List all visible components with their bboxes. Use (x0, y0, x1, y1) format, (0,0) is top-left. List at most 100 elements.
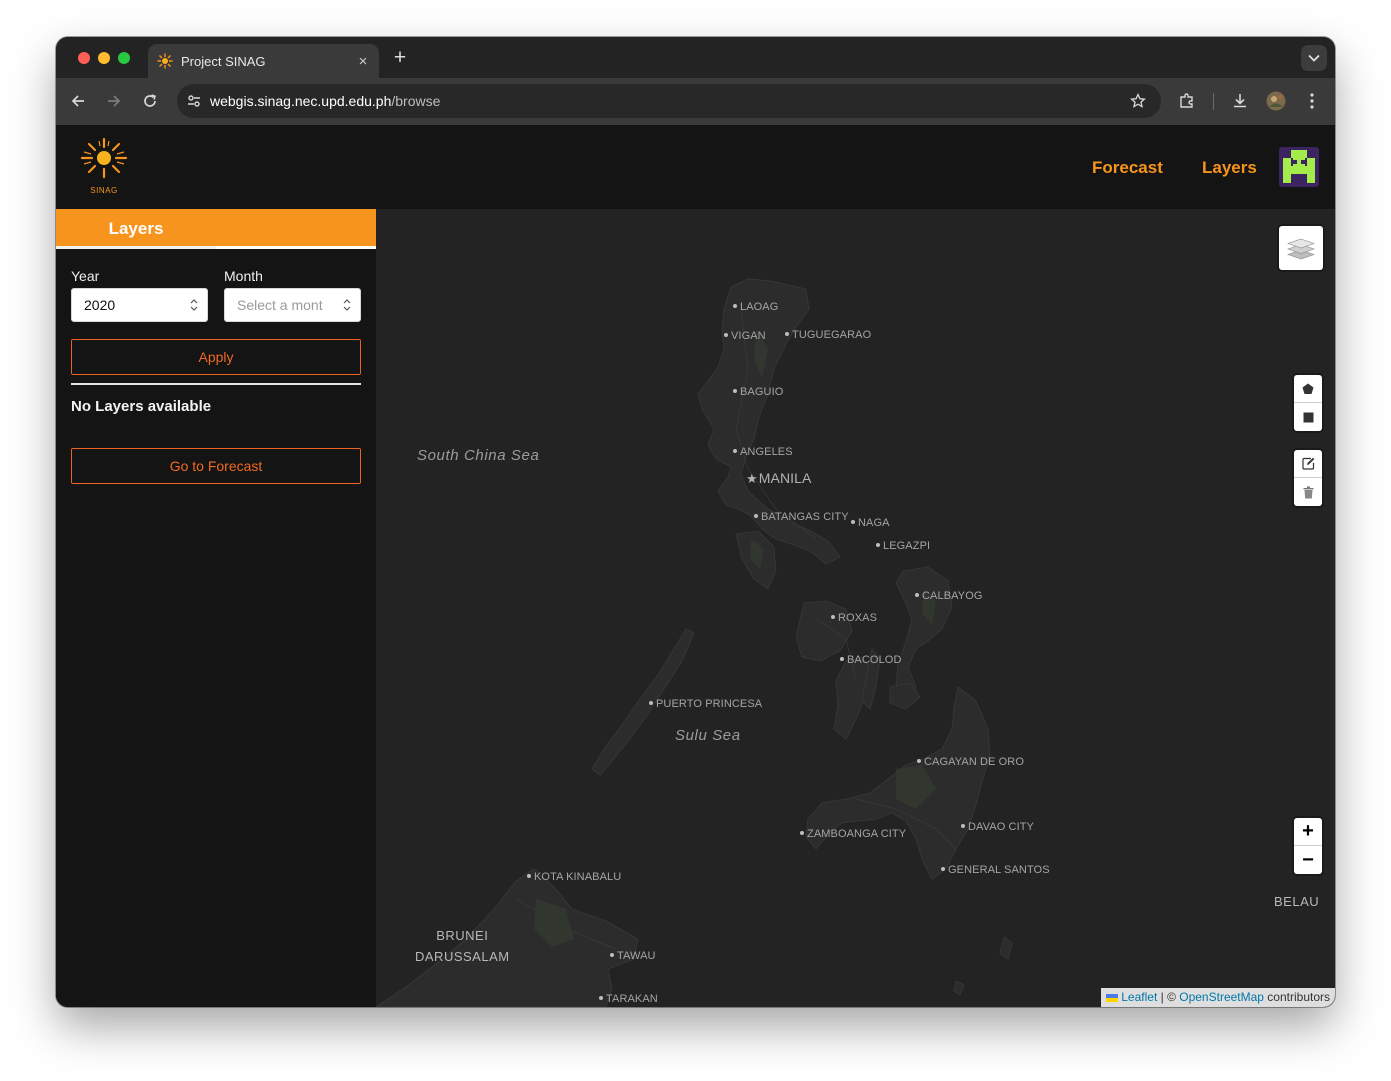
draw-toolbar (1294, 375, 1322, 431)
edit-layers-button[interactable] (1294, 450, 1322, 478)
map-view[interactable]: South China Sea Sulu Sea LAOAG VIGAN TUG… (376, 209, 1335, 1007)
layer-switcher-button[interactable] (1279, 226, 1323, 270)
minimize-window-button[interactable] (98, 52, 110, 64)
city-dot-icon (800, 831, 804, 836)
draw-rectangle-button[interactable] (1294, 403, 1322, 431)
city-label: ROXAS (831, 612, 877, 624)
country-label-brunei: BRUNEI DARUSSALAM (415, 925, 510, 967)
kebab-menu-icon (1310, 93, 1314, 109)
reload-icon (144, 94, 156, 107)
city-label: BACOLOD (840, 654, 902, 666)
profile-avatar-icon (1266, 91, 1286, 111)
draw-polygon-button[interactable] (1294, 375, 1322, 403)
url-text: webgis.sinag.nec.upd.edu.ph/browse (210, 93, 440, 109)
forward-button[interactable] (103, 90, 125, 112)
puzzle-icon (1180, 93, 1193, 108)
identicon-avatar-icon (1279, 147, 1319, 187)
layers-sidebar: Layers Year 2020 Month Select a mont App… (56, 209, 376, 1007)
site-settings-icon[interactable] (186, 93, 202, 109)
trash-icon (1303, 486, 1313, 498)
tab-search-button[interactable] (1301, 45, 1327, 71)
country-label-line: BRUNEI (436, 928, 489, 943)
url-host: webgis.sinag.nec.upd.edu.ph (210, 93, 392, 109)
toolbar-divider (1213, 93, 1214, 110)
delete-layers-button[interactable] (1294, 478, 1322, 506)
downloads-button[interactable] (1229, 90, 1251, 112)
country-label-belau: BELAU (1274, 894, 1320, 909)
sidebar-divider (71, 383, 361, 385)
sea-label-south-china-sea: South China Sea (417, 447, 540, 464)
city-dot-icon (733, 449, 737, 454)
sidebar-tabs: Layers (56, 209, 376, 249)
country-label-line: DARUSSALAM (415, 949, 510, 964)
sun-logo-icon (80, 137, 128, 179)
month-placeholder: Select a mont (237, 297, 323, 313)
select-caret-icon (190, 299, 198, 311)
profile-button[interactable] (1265, 90, 1287, 112)
month-label: Month (224, 268, 263, 284)
month-select[interactable]: Select a mont (224, 288, 361, 322)
layers-icon (1287, 238, 1315, 260)
city-label: DAVAO CITY (961, 821, 1034, 833)
sinag-favicon-icon (157, 53, 173, 69)
city-dot-icon (917, 759, 921, 764)
city-dot-icon (876, 543, 880, 548)
city-label: BATANGAS CITY (754, 511, 849, 523)
arrow-left-icon (71, 95, 84, 107)
sea-label-sulu-sea: Sulu Sea (675, 727, 741, 744)
reload-button[interactable] (139, 90, 161, 112)
city-label: NAGA (851, 517, 890, 529)
user-avatar[interactable] (1279, 147, 1319, 187)
nav-layers-link[interactable]: Layers (1202, 158, 1257, 178)
browser-menu-button[interactable] (1301, 90, 1323, 112)
logo-text: SINAG (90, 186, 118, 195)
tab-layers[interactable]: Layers (56, 209, 216, 249)
city-label: TAWAU (610, 950, 656, 962)
sinag-logo[interactable]: SINAG (80, 137, 128, 197)
city-label: TUGUEGARAO (785, 329, 871, 341)
close-window-button[interactable] (78, 52, 90, 64)
nav-forecast-link[interactable]: Forecast (1092, 158, 1163, 178)
bookmark-star-icon[interactable] (1130, 93, 1146, 109)
address-bar[interactable]: webgis.sinag.nec.upd.edu.ph/browse (177, 84, 1161, 118)
zoom-in-button[interactable]: + (1294, 818, 1322, 846)
chevron-down-icon (1308, 54, 1320, 62)
city-dot-icon (610, 953, 614, 958)
year-value: 2020 (84, 297, 116, 313)
city-label: ZAMBOANGA CITY (800, 828, 906, 840)
city-dot-icon (599, 996, 603, 1001)
new-tab-button[interactable]: + (390, 46, 410, 70)
app-header: SINAG Forecast Layers (56, 125, 1335, 209)
url-path: /browse (391, 93, 441, 109)
year-label: Year (71, 268, 100, 284)
year-select[interactable]: 2020 (71, 288, 208, 322)
browser-tab[interactable]: Project SINAG × (148, 44, 379, 78)
city-dot-icon (754, 514, 758, 519)
city-dot-icon (527, 874, 531, 879)
leaflet-link[interactable]: Leaflet (1121, 990, 1157, 1004)
osm-link[interactable]: OpenStreetMap (1179, 990, 1264, 1004)
browser-toolbar: webgis.sinag.nec.upd.edu.ph/browse (56, 78, 1335, 125)
rectangle-icon (1303, 412, 1313, 422)
ukraine-flag-icon (1105, 994, 1118, 1002)
extensions-button[interactable] (1176, 90, 1198, 112)
arrow-right-icon (108, 95, 121, 107)
city-dot-icon (724, 333, 728, 338)
no-layers-message: No Layers available (71, 398, 212, 415)
city-label: KOTA KINABALU (527, 871, 621, 883)
go-to-forecast-button[interactable]: Go to Forecast (71, 448, 361, 484)
city-dot-icon (851, 520, 855, 525)
tab-close-icon[interactable]: × (351, 53, 375, 70)
web-page: SINAG Forecast Layers Layers Year 2020 M… (56, 125, 1335, 1007)
city-dot-icon (649, 701, 653, 706)
city-dot-icon (961, 824, 965, 829)
city-label: LEGAZPI (876, 540, 930, 552)
city-label: VIGAN (724, 330, 766, 342)
city-label: PUERTO PRINCESA (649, 698, 762, 710)
download-icon (1234, 94, 1246, 108)
zoom-out-button[interactable]: − (1294, 846, 1322, 874)
zoom-window-button[interactable] (118, 52, 130, 64)
zoom-control: + − (1294, 818, 1322, 874)
back-button[interactable] (67, 90, 89, 112)
apply-button[interactable]: Apply (71, 339, 361, 375)
